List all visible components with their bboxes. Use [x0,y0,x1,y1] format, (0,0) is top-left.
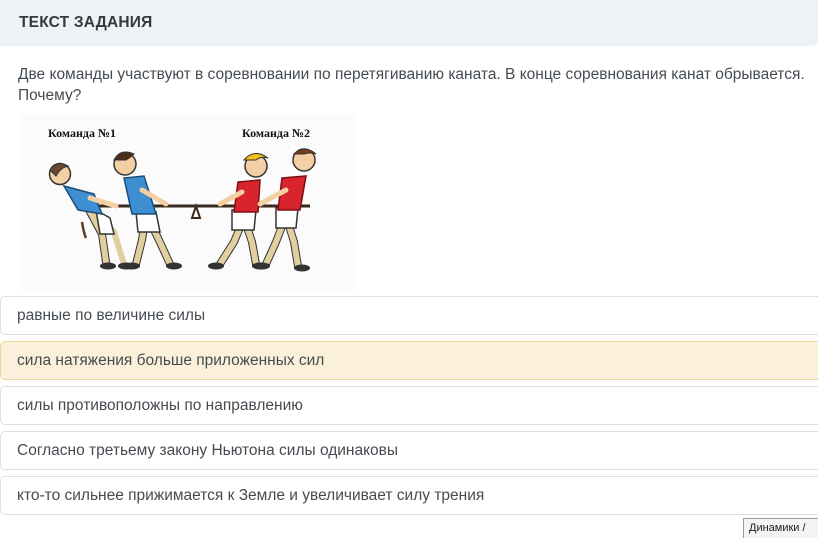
taskbar-speakers-button[interactable]: Динамики / [743,518,818,538]
team1-boy-1 [48,162,134,270]
answer-option-label: равные по величине силы [17,307,206,324]
question-text: Две команды участвуют в соревновании по … [18,66,805,104]
answer-option-label: кто-то сильнее прижимается к Земле и уве… [17,487,485,504]
team2-boy-1 [208,153,269,270]
team1-boy-2 [113,151,182,270]
answer-option-4[interactable]: Согласно третьему закону Ньютона силы од… [0,431,818,470]
task-page: ТЕКСТ ЗАДАНИЯ Две команды участвуют в со… [0,0,818,538]
answer-option-2[interactable]: сила натяжения больше приложенных сил [0,341,818,380]
team2-label: Команда №2 [242,126,310,140]
tug-of-war-illustration: Команда №1 Команда №2 [20,114,356,290]
team1-label: Команда №1 [48,126,116,140]
answer-option-5[interactable]: кто-то сильнее прижимается к Земле и уве… [0,476,818,515]
task-header-title: ТЕКСТ ЗАДАНИЯ [19,14,153,31]
answer-options: равные по величине силы сила натяжения б… [0,296,818,521]
answer-option-3[interactable]: силы противоположны по направлению [0,386,818,425]
task-header: ТЕКСТ ЗАДАНИЯ [0,0,818,46]
answer-option-label: силы противоположны по направлению [17,397,303,414]
answer-option-label: Согласно третьему закону Ньютона силы од… [17,442,399,459]
answer-option-label: сила натяжения больше приложенных сил [17,352,325,369]
answer-option-1[interactable]: равные по величине силы [0,296,818,335]
